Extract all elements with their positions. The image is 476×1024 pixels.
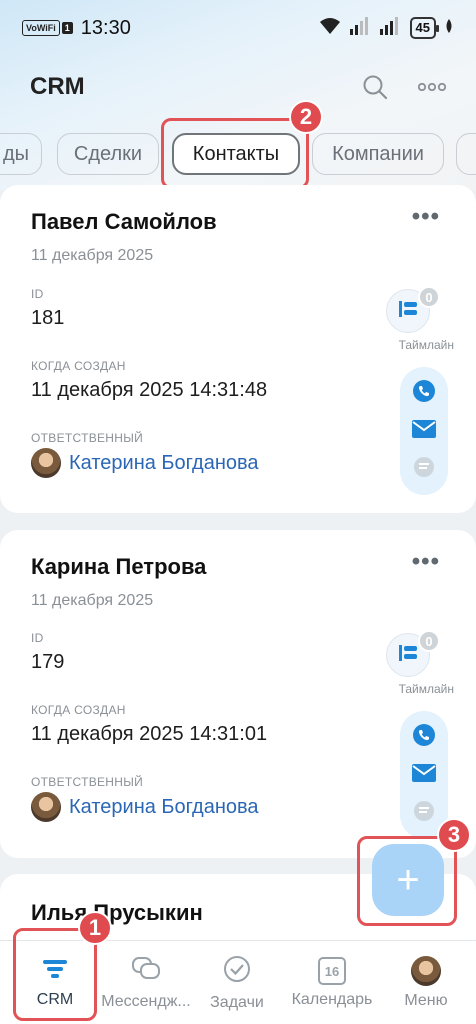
created-value: 11 декабря 2025 14:31:01 [31, 723, 268, 745]
contact-date: 11 декабря 2025 [31, 247, 154, 264]
calendar-icon: 16 [318, 957, 346, 985]
avatar [31, 448, 61, 478]
nav-label: Календарь [291, 991, 373, 1008]
status-time: 13:30 [80, 16, 131, 39]
nav-label: Задачи [210, 993, 264, 1011]
sim-badge: 1 [61, 22, 73, 34]
tab-label: Компании [332, 142, 424, 165]
responsible-name[interactable]: Катерина Богданова [69, 452, 259, 475]
created-value: 11 декабря 2025 14:31:48 [31, 379, 268, 401]
signal-icon [349, 16, 372, 40]
annotation-frame-tabs [161, 118, 309, 189]
timeline-icon [397, 298, 419, 325]
tab-label: Сделки [73, 142, 143, 165]
signal-icon-2 [379, 16, 402, 40]
calendar-day: 16 [324, 963, 340, 979]
tab-more[interactable] [456, 133, 476, 175]
tab-label: ды [2, 142, 30, 165]
contact-name[interactable]: Илья Прусыкин [31, 900, 203, 926]
id-value: 179 [31, 651, 65, 673]
mail-icon[interactable] [412, 763, 436, 787]
created-label: КОГДА СОЗДАН [31, 359, 126, 373]
timeline-label: Таймлайн [398, 338, 454, 352]
vowifi-badge: VoWiFi [22, 20, 60, 36]
nav-tasks[interactable]: Задачи [204, 941, 270, 1024]
avatar [411, 956, 441, 986]
nav-messenger[interactable]: Мессендж... [96, 941, 196, 1024]
battery-indicator: 45 [409, 17, 440, 39]
timeline-label: Таймлайн [398, 682, 454, 696]
timeline-icon [397, 642, 419, 669]
nav-menu[interactable]: Меню [396, 941, 456, 1024]
status-bar: VoWiFi 1 13:30 45 [0, 0, 476, 56]
timeline-count-badge: 0 [418, 630, 440, 652]
chat-icon [413, 456, 435, 483]
annotation-badge-3: 3 [437, 818, 471, 852]
created-label: КОГДА СОЗДАН [31, 703, 126, 717]
tab-deals[interactable]: Сделки [57, 133, 159, 175]
responsible-label: ОТВЕТСТВЕННЫЙ [31, 775, 144, 789]
annotation-badge-2: 2 [289, 100, 323, 134]
id-label: ID [31, 631, 44, 645]
responsible-label: ОТВЕТСТВЕННЫЙ [31, 431, 144, 445]
leaf-icon [444, 18, 454, 38]
responsible-name[interactable]: Катерина Богданова [69, 796, 259, 819]
timeline-count-badge: 0 [418, 286, 440, 308]
phone-icon[interactable] [413, 723, 435, 751]
contact-card[interactable]: Карина Петрова ••• 11 декабря 2025 ID 17… [0, 530, 476, 858]
phone-icon[interactable] [413, 379, 435, 407]
contact-card[interactable]: Павел Самойлов ••• 11 декабря 2025 ID 18… [0, 185, 476, 513]
nav-calendar[interactable]: 16 Календарь [286, 941, 378, 1024]
check-circle-icon [223, 955, 251, 988]
nav-label: Меню [404, 992, 448, 1009]
wifi-icon [318, 16, 342, 41]
card-more-icon[interactable]: ••• [412, 548, 440, 576]
more-icon[interactable] [418, 83, 446, 91]
search-icon[interactable] [362, 74, 388, 100]
id-label: ID [31, 287, 44, 301]
responsible[interactable]: Катерина Богданова [31, 448, 259, 478]
app-header: CRM [0, 60, 476, 114]
page-title: CRM [30, 73, 85, 100]
chat-icon [413, 800, 435, 827]
tab-leads[interactable]: ды [0, 133, 42, 175]
nav-label: Мессендж... [101, 992, 191, 1010]
chat-icon [131, 956, 161, 987]
avatar [31, 792, 61, 822]
mail-icon[interactable] [412, 419, 436, 443]
annotation-frame-fab [357, 836, 457, 926]
id-value: 181 [31, 307, 65, 329]
contact-name[interactable]: Карина Петрова [31, 554, 206, 580]
communication-panel [400, 367, 448, 495]
contact-date: 11 декабря 2025 [31, 592, 154, 609]
card-more-icon[interactable]: ••• [412, 203, 440, 231]
responsible[interactable]: Катерина Богданова [31, 792, 259, 822]
communication-panel [400, 711, 448, 839]
contact-name[interactable]: Павел Самойлов [31, 209, 217, 235]
tab-companies[interactable]: Компании [312, 133, 444, 175]
annotation-badge-1: 1 [78, 911, 112, 945]
